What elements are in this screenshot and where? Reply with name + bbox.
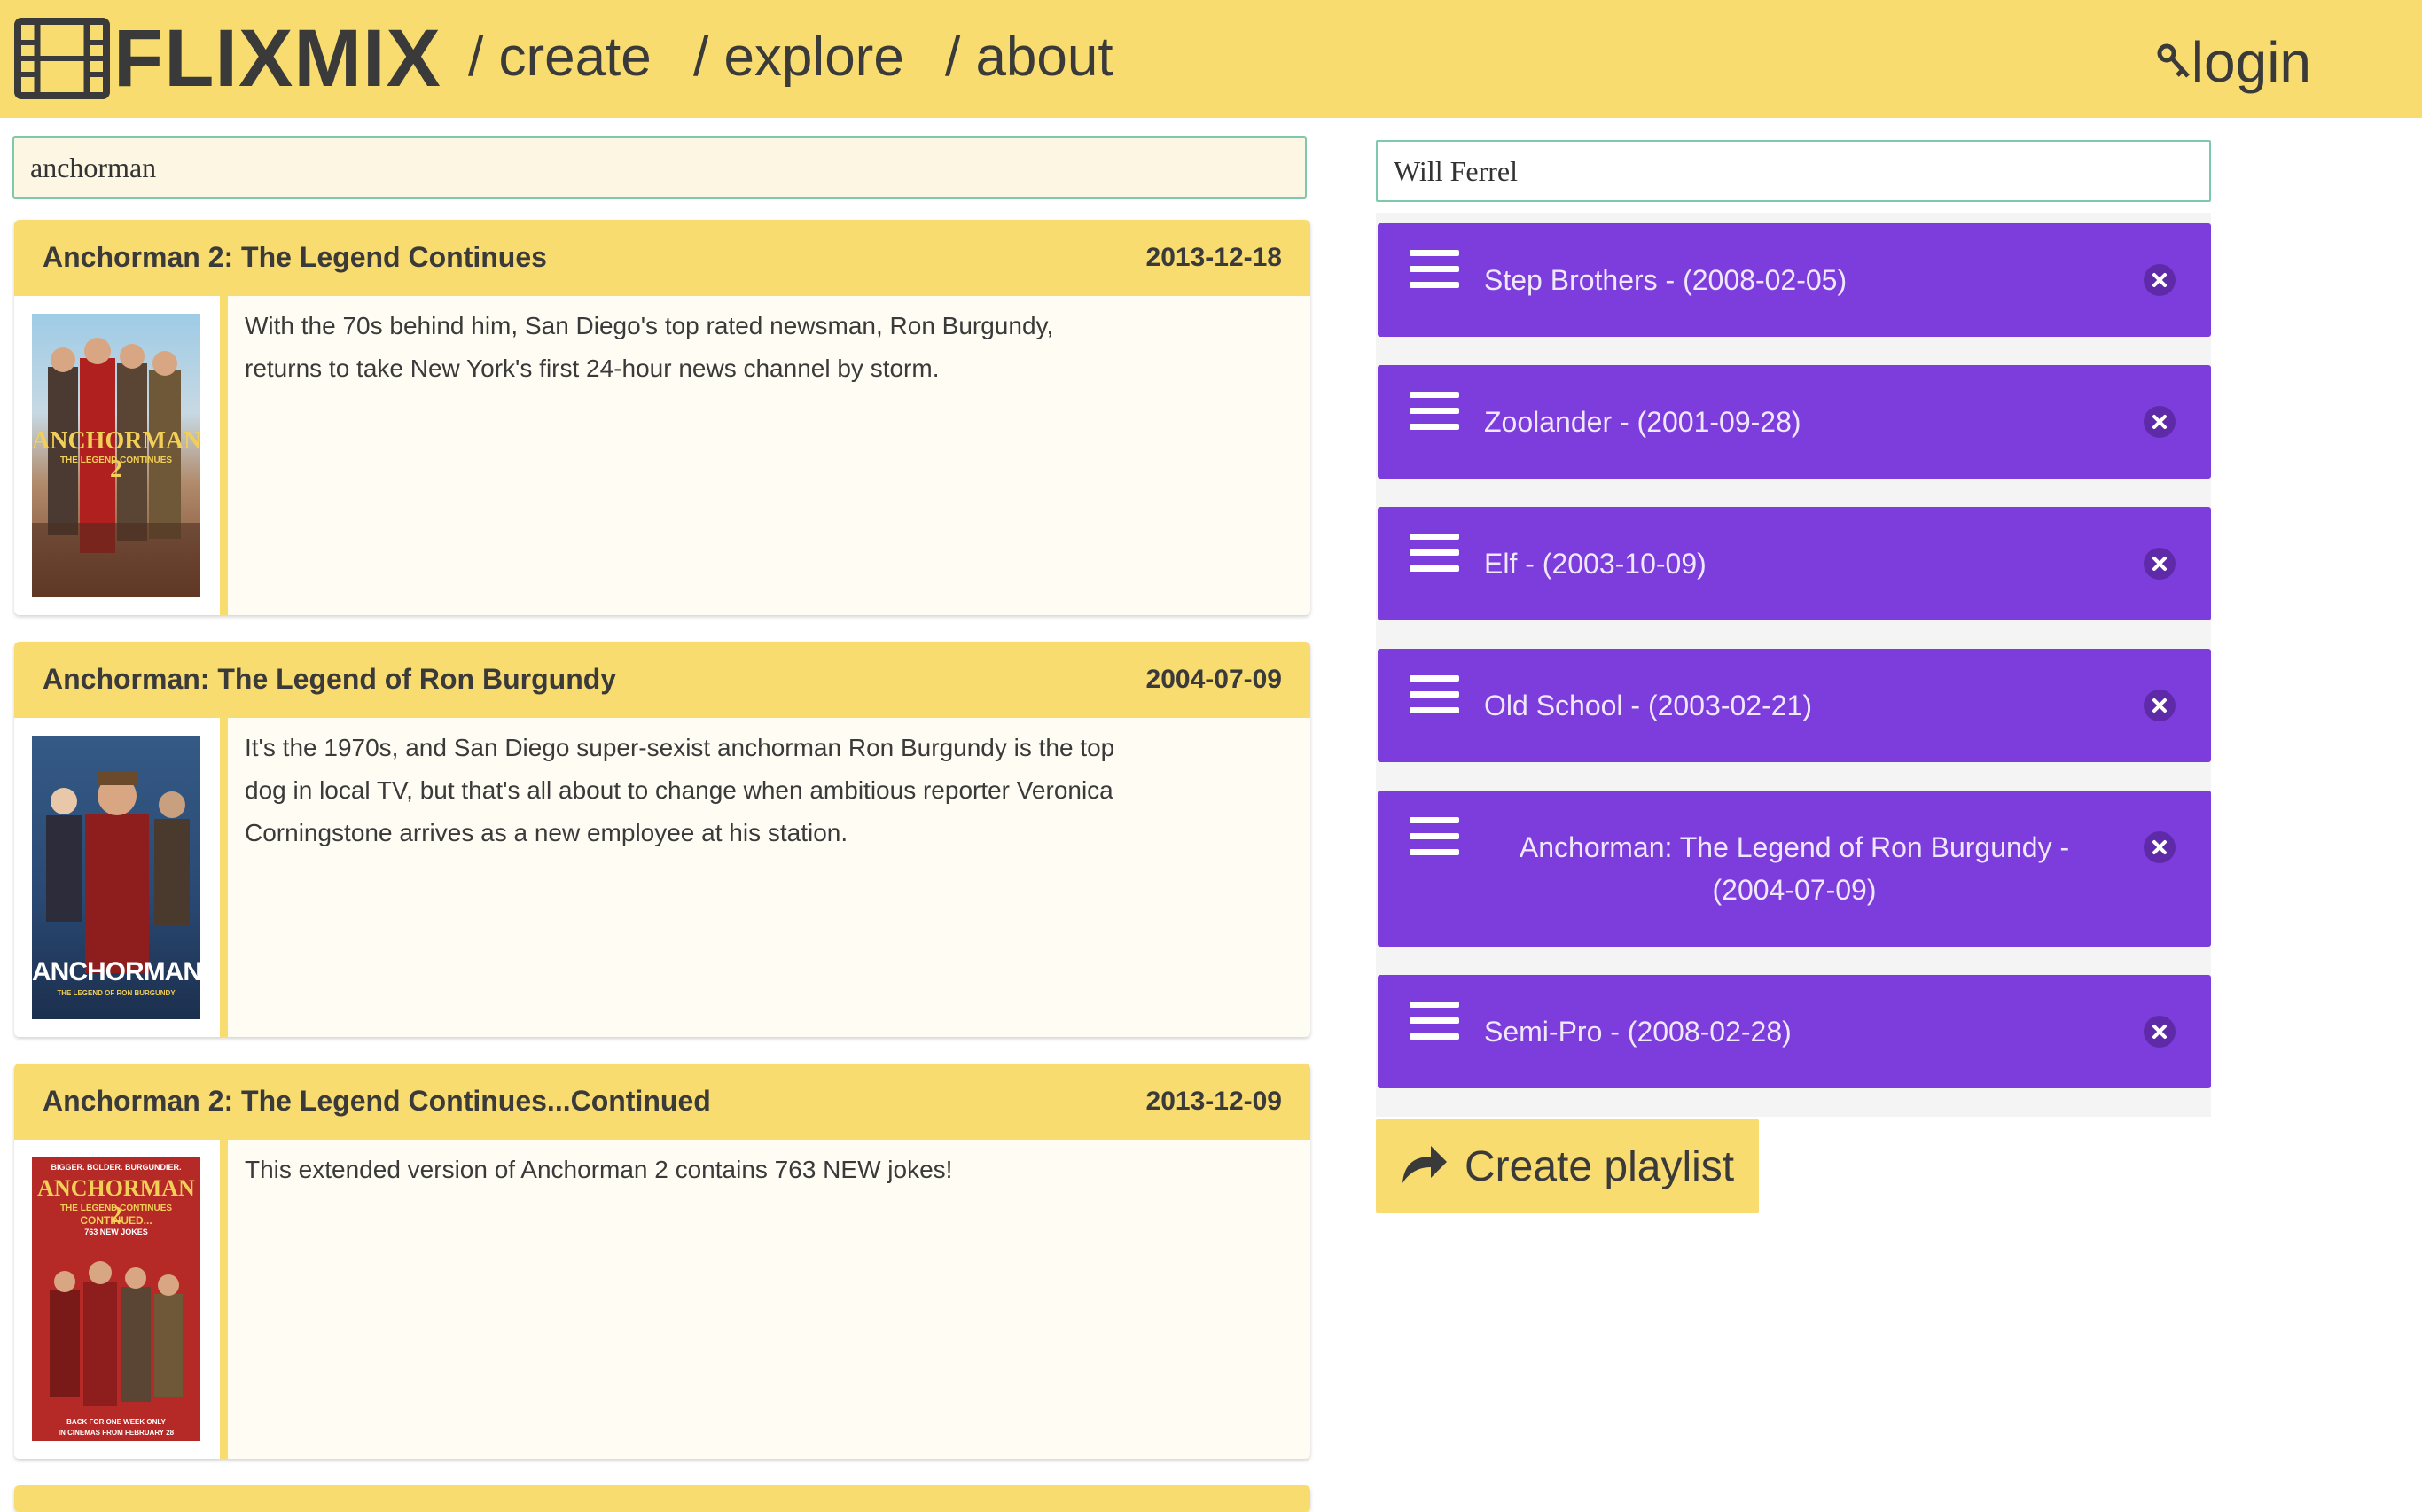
movie-title: Anchorman 2: The Legend Continues	[43, 241, 547, 273]
drag-handle-icon[interactable]	[1410, 250, 1459, 289]
movie-poster: ANCHORMAN THE LEGEND OF RON BURGUNDY	[32, 736, 200, 1019]
movie-poster: ANCHORMAN 2 THE LEGEND CONTINUES	[32, 314, 200, 597]
playlist-item-label: Semi-Pro - (2008-02-28)	[1484, 1016, 1792, 1048]
playlist-item[interactable]: Anchorman: The Legend of Ron Burgundy - …	[1378, 791, 2211, 947]
poster-subtitle-2: CONTINUED...	[80, 1214, 152, 1227]
movie-description: With the 70s behind him, San Diego's top…	[245, 312, 1054, 382]
drag-handle-icon[interactable]	[1410, 1002, 1459, 1040]
remove-item-button[interactable]	[2144, 831, 2176, 863]
create-playlist-label: Create playlist	[1465, 1143, 1735, 1190]
movie-title: Anchorman: The Legend of Ron Burgundy	[43, 663, 617, 695]
movie-result-card[interactable]: Anchorman: The Legend of Ron Burgundy 20…	[14, 642, 1310, 1037]
poster-subtitle: THE LEGEND CONTINUES	[59, 1204, 173, 1213]
movie-description: This extended version of Anchorman 2 con…	[245, 1156, 953, 1183]
nav-about-link[interactable]: / about	[945, 25, 1113, 90]
close-icon	[2152, 840, 2167, 854]
poster-subtitle: THE LEGEND CONTINUES	[59, 456, 173, 465]
playlist-item-label: Zoolander - (2001-09-28)	[1484, 406, 1801, 438]
close-icon	[2152, 698, 2167, 713]
close-icon	[2152, 415, 2167, 429]
brand-logo[interactable]: FLIXMIX	[14, 16, 441, 101]
poster-tagline: BIGGER. BOLDER. BURGUNDIER.	[51, 1163, 182, 1172]
poster-subtitle: THE LEGEND OF RON BURGUNDY	[57, 989, 176, 997]
poster-title: ANCHORMAN	[32, 957, 200, 986]
card-header	[14, 1485, 1310, 1512]
card-header: Anchorman: The Legend of Ron Burgundy 20…	[14, 642, 1310, 718]
drag-handle-icon[interactable]	[1410, 817, 1459, 856]
poster-column: BIGGER. BOLDER. BURGUNDIER. ANCHORMAN 2 …	[14, 1140, 228, 1459]
remove-item-button[interactable]	[2144, 264, 2176, 296]
playlist-item[interactable]: Zoolander - (2001-09-28)	[1378, 365, 2211, 479]
close-icon	[2152, 557, 2167, 571]
playlist-item-label: Anchorman: The Legend of Ron Burgundy - …	[1519, 831, 2070, 906]
movie-result-card[interactable]	[14, 1485, 1310, 1512]
nav-explore-link[interactable]: / explore	[693, 25, 904, 90]
card-header: Anchorman 2: The Legend Continues...Cont…	[14, 1064, 1310, 1140]
share-arrow-icon	[1402, 1146, 1447, 1183]
playlist-item[interactable]: Semi-Pro - (2008-02-28)	[1378, 975, 2211, 1088]
close-icon	[2152, 273, 2167, 287]
top-nav-bar: FLIXMIX / create / explore / about login	[0, 0, 2422, 118]
release-date: 2013-12-09	[1145, 1087, 1282, 1116]
movie-poster: BIGGER. BOLDER. BURGUNDIER. ANCHORMAN 2 …	[32, 1157, 200, 1441]
playlist-item[interactable]: Old School - (2003-02-21)	[1378, 649, 2211, 762]
playlist-item-label: Elf - (2003-10-09)	[1484, 548, 1707, 580]
poster-footer-1: BACK FOR ONE WEEK ONLY	[66, 1418, 166, 1426]
movie-result-card[interactable]: Anchorman 2: The Legend Continues...Cont…	[14, 1064, 1310, 1459]
close-icon	[2152, 1025, 2167, 1039]
create-playlist-button[interactable]: Create playlist	[1376, 1119, 1759, 1213]
poster-column: ANCHORMAN THE LEGEND OF RON BURGUNDY	[14, 718, 228, 1037]
key-icon	[2157, 43, 2190, 78]
remove-item-button[interactable]	[2144, 690, 2176, 721]
remove-item-button[interactable]	[2144, 548, 2176, 580]
playlist-item-label: Old School - (2003-02-21)	[1484, 690, 1812, 721]
drag-handle-icon[interactable]	[1410, 675, 1459, 714]
nav-create-link[interactable]: / create	[468, 25, 652, 90]
movie-search-input[interactable]	[12, 136, 1307, 199]
drag-handle-icon[interactable]	[1410, 534, 1459, 573]
movie-description: It's the 1970s, and San Diego super-sexi…	[245, 734, 1115, 846]
release-date: 2013-12-18	[1145, 243, 1282, 272]
drag-handle-icon[interactable]	[1410, 392, 1459, 431]
poster-subtitle-3: 763 NEW JOKES	[84, 1228, 148, 1236]
remove-item-button[interactable]	[2144, 1016, 2176, 1048]
playlist-item[interactable]: Step Brothers - (2008-02-05)	[1378, 223, 2211, 337]
movie-result-card[interactable]: Anchorman 2: The Legend Continues 2013-1…	[14, 220, 1310, 615]
card-header: Anchorman 2: The Legend Continues 2013-1…	[14, 220, 1310, 296]
brand-name: FLIXMIX	[113, 13, 441, 104]
poster-column: ANCHORMAN 2 THE LEGEND CONTINUES	[14, 296, 228, 615]
movie-title: Anchorman 2: The Legend Continues...Cont…	[43, 1085, 711, 1117]
poster-footer-2: IN CINEMAS FROM FEBRUARY 28	[58, 1429, 175, 1437]
release-date: 2004-07-09	[1145, 665, 1282, 694]
remove-item-button[interactable]	[2144, 406, 2176, 438]
playlist-item-label: Step Brothers - (2008-02-05)	[1484, 264, 1848, 296]
login-link[interactable]: login	[2156, 28, 2311, 96]
film-strip-icon	[14, 18, 110, 99]
actor-search-input[interactable]	[1376, 140, 2211, 202]
login-label: login	[2191, 30, 2311, 94]
playlist-item[interactable]: Elf - (2003-10-09)	[1378, 507, 2211, 620]
